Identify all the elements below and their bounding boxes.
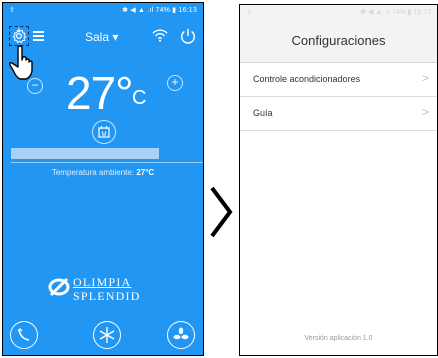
phone-settings-screen: ⇪ ✱ ◀ ▲ .ıl 74% ▮ 16:13 Configuraciones … [239,4,438,356]
ambient-value: 27°C [136,168,155,177]
status-right: ✱ ◀ ▲ .ıl 74% ▮ 16:13 [360,9,431,16]
temperature-value: 27° [66,67,134,119]
caret-down-icon: ▾ [112,30,119,44]
divider [11,162,203,163]
fan-button[interactable] [167,321,195,349]
swing-icon [17,328,30,341]
chevron-right-icon [210,186,233,238]
setpoint-bar[interactable] [11,148,203,163]
fan-icon [173,327,189,340]
notification-icon: ⇪ [9,7,15,14]
olimpia-logo-icon [48,277,70,297]
schedule-button[interactable]: M [92,120,116,144]
brand-line-2: SPLENDID [73,289,141,303]
wifi-icon[interactable] [151,27,169,43]
setpoint-bar-fill [11,148,159,159]
settings-item-label: Controle acondicionadores [253,74,361,84]
calendar-label: M [102,132,107,138]
status-right: ✱ ◀ ▲ .ıl 74% ▮ 16:13 [122,7,197,14]
chevron-right-icon: > [421,71,429,85]
pointer-hand-icon [9,45,33,80]
settings-item-guide[interactable]: Guía > [240,97,437,131]
menu-icon[interactable] [33,31,44,41]
page-title: Configuraciones [240,19,437,63]
status-bar: ⇪ ✱ ◀ ▲ .ıl 74% ▮ 16:13 [3,3,203,17]
settings-item-controls[interactable]: Controle acondicionadores > [240,63,437,97]
app-version: Versión aplicación 1.0 [304,335,373,342]
ambient-label: Temperatura ambiente: [51,168,135,177]
power-icon[interactable] [179,27,197,45]
status-bar: ⇪ ✱ ◀ ▲ .ıl 74% ▮ 16:13 [240,5,437,19]
snowflake-icon [99,327,115,343]
brand-line-1: OLIMPIA [73,275,132,289]
ambient-temperature: Temperatura ambiente: 27°C [3,168,203,177]
chevron-right-icon: > [421,105,429,119]
temperature-unit: C [132,87,147,109]
notification-icon: ⇪ [246,9,252,16]
room-selector[interactable]: Sala ▾ [85,30,118,44]
cool-mode-button[interactable] [93,321,121,349]
phone-main-screen: ⇪ ✱ ◀ ▲ .ıl 74% ▮ 16:13 Sala ▾ − 27° C + [2,2,204,356]
gear-icon [12,27,27,44]
settings-item-label: Guía [253,108,273,118]
calendar-icon: M [98,126,110,138]
mode-button[interactable] [10,321,38,349]
increase-temperature-button[interactable]: + [167,75,183,91]
room-label: Sala [85,30,110,44]
brand-logo: OLIMPIA SPLENDID [47,273,187,303]
settings-button[interactable] [9,26,29,46]
